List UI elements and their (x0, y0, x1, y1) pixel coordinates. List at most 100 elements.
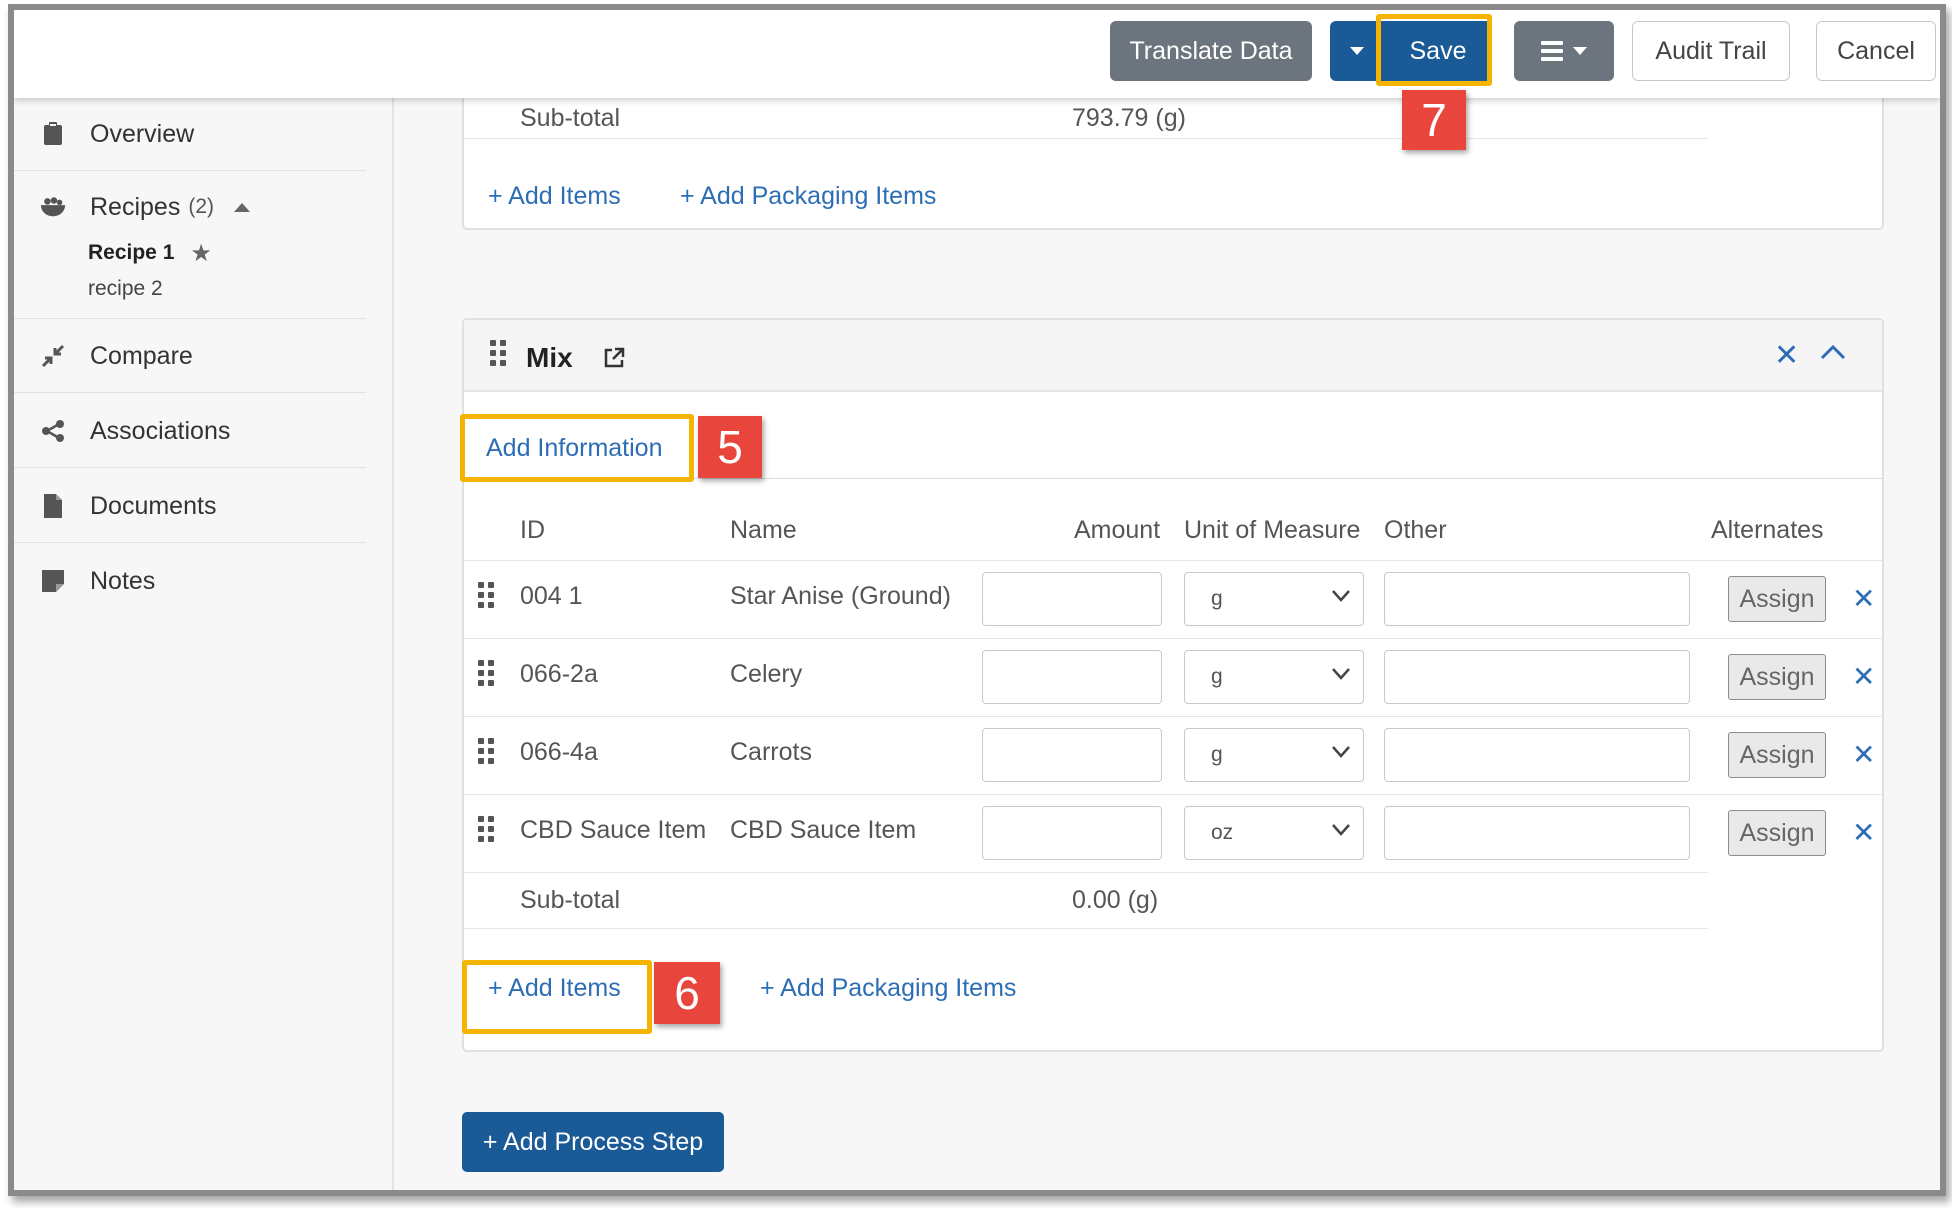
unit-of-measure-select[interactable]: g (1184, 650, 1364, 704)
translate-data-button[interactable]: Translate Data (1110, 21, 1312, 81)
sticky-note-icon (40, 568, 66, 594)
caret-down-icon (1350, 47, 1364, 55)
add-packaging-items-link[interactable]: + Add Packaging Items (760, 974, 1016, 1003)
drag-handle-icon[interactable] (478, 660, 496, 686)
share-nodes-icon (40, 418, 66, 444)
sidebar-item-documents[interactable]: Documents (14, 470, 366, 543)
drag-handle-icon[interactable] (478, 582, 496, 608)
app-window: Translate Data Save Audit Trail Cancel 7 (8, 4, 1946, 1196)
subtotal-value: 0.00 (g) (1072, 886, 1159, 914)
remove-item-icon[interactable]: ✕ (1852, 738, 1875, 771)
mix-card-header: Mix ✕ (464, 320, 1882, 392)
column-header-name: Name (730, 516, 797, 544)
assign-button[interactable]: Assign (1728, 810, 1826, 856)
clipboard-icon (40, 121, 66, 147)
item-id: 066-4a (520, 738, 598, 766)
item-id: 066-2a (520, 660, 598, 688)
sidebar-item-overview[interactable]: Overview (14, 98, 366, 171)
chevron-up-icon[interactable] (1820, 344, 1846, 365)
amount-input[interactable] (982, 806, 1162, 860)
step-badge-5: 5 (698, 416, 762, 478)
subtotal-label: Sub-total (520, 104, 621, 132)
other-input[interactable] (1384, 572, 1690, 626)
sidebar-item-label: Compare (90, 341, 193, 370)
sidebar: Overview Recipes (2) Recipe 1 ★ recipe 2 (14, 98, 394, 1190)
chevron-down-icon (1332, 746, 1350, 758)
divider (464, 794, 1882, 795)
bowl-icon (40, 194, 66, 220)
drag-handle-icon[interactable] (478, 738, 496, 764)
remove-item-icon[interactable]: ✕ (1852, 660, 1875, 693)
step-badge-7: 7 (1402, 90, 1466, 150)
cancel-button[interactable]: Cancel (1816, 21, 1936, 81)
menu-dropdown-button[interactable] (1514, 21, 1614, 81)
sidebar-item-recipes[interactable]: Recipes (2) Recipe 1 ★ recipe 2 (14, 171, 366, 319)
sidebar-item-associations[interactable]: Associations (14, 395, 366, 468)
column-header-other: Other (1384, 516, 1447, 544)
sidebar-item-label: Associations (90, 416, 231, 445)
subtotal-label: Sub-total (520, 886, 621, 914)
divider (464, 872, 1708, 873)
audit-trail-button[interactable]: Audit Trail (1632, 21, 1790, 81)
hamburger-icon (1541, 37, 1563, 65)
external-link-icon[interactable] (602, 346, 626, 375)
item-id: 004 1 (520, 582, 583, 610)
divider (464, 638, 1882, 639)
remove-step-icon[interactable]: ✕ (1774, 338, 1799, 373)
amount-input[interactable] (982, 650, 1162, 704)
item-name: Star Anise (Ground) (730, 582, 951, 610)
remove-item-icon[interactable]: ✕ (1852, 582, 1875, 615)
amount-input[interactable] (982, 728, 1162, 782)
add-information-highlight-box (460, 414, 694, 482)
drag-handle-icon[interactable] (490, 340, 508, 366)
previous-step-card: Sub-total 793.79 (g) + Add Items + Add P… (462, 88, 1884, 230)
divider (464, 928, 1708, 929)
star-icon: ★ (190, 239, 212, 267)
chevron-down-icon (1332, 668, 1350, 680)
other-input[interactable] (1384, 650, 1690, 704)
cancel-label: Cancel (1837, 36, 1915, 65)
compress-arrows-icon (40, 343, 66, 369)
add-items-link[interactable]: + Add Items (488, 182, 621, 211)
add-items-highlight-box (462, 960, 652, 1034)
audit-trail-label: Audit Trail (1655, 36, 1767, 65)
unit-of-measure-select[interactable]: oz (1184, 806, 1364, 860)
sidebar-item-label: Notes (90, 566, 156, 595)
column-header-id: ID (520, 516, 545, 544)
step-title: Mix (526, 342, 573, 373)
sidebar-item-notes[interactable]: Notes (14, 545, 366, 617)
item-id: CBD Sauce Item (520, 816, 707, 844)
divider (464, 716, 1882, 717)
assign-button[interactable]: Assign (1728, 732, 1826, 778)
amount-input[interactable] (982, 572, 1162, 626)
drag-handle-icon[interactable] (478, 816, 496, 842)
add-packaging-items-link[interactable]: + Add Packaging Items (680, 182, 936, 211)
add-process-step-button[interactable]: + Add Process Step (462, 1112, 724, 1172)
unit-of-measure-select[interactable]: g (1184, 572, 1364, 626)
divider (464, 560, 1882, 561)
sidebar-item-compare[interactable]: Compare (14, 320, 366, 393)
caret-up-icon[interactable] (234, 202, 250, 212)
caret-down-icon (1573, 47, 1587, 55)
assign-button[interactable]: Assign (1728, 576, 1826, 622)
column-header-alternates: Alternates (1711, 516, 1824, 544)
sidebar-subitem-recipe-2[interactable]: recipe 2 (14, 271, 366, 307)
assign-button[interactable]: Assign (1728, 654, 1826, 700)
other-input[interactable] (1384, 728, 1690, 782)
other-input[interactable] (1384, 806, 1690, 860)
sidebar-item-label: Overview (90, 119, 195, 148)
remove-item-icon[interactable]: ✕ (1852, 816, 1875, 849)
translate-data-label: Translate Data (1129, 36, 1293, 65)
chevron-down-icon (1332, 590, 1350, 602)
subtotal-value: 793.79 (g) (1072, 104, 1186, 132)
column-header-amount: Amount (1074, 516, 1161, 544)
file-icon (40, 493, 66, 519)
divider (464, 138, 1708, 139)
save-highlight-box (1376, 14, 1492, 86)
top-toolbar: Translate Data Save Audit Trail Cancel (14, 10, 1940, 98)
sidebar-item-label: Documents (90, 491, 217, 520)
unit-of-measure-select[interactable]: g (1184, 728, 1364, 782)
sidebar-subitem-recipe-1[interactable]: Recipe 1 ★ (14, 235, 366, 271)
sidebar-item-label: Recipes (90, 192, 181, 221)
step-badge-6: 6 (654, 962, 720, 1024)
